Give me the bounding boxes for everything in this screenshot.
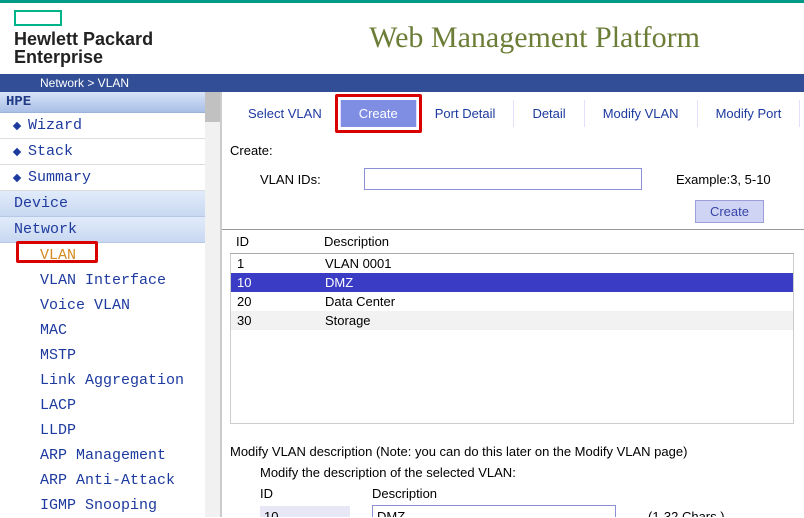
create-panel: Create: VLAN IDs: Example:3, 5-10 Create <box>222 127 804 223</box>
platform-title: Web Management Platform <box>369 21 700 55</box>
tab-create[interactable]: Create <box>341 100 417 127</box>
sidebar-item-label: Wizard <box>28 117 82 134</box>
sidebar-scroll-thumb[interactable] <box>205 92 220 122</box>
table-row[interactable]: 30Storage <box>231 311 793 330</box>
sidebar-sub-label: VLAN <box>40 247 76 264</box>
cell-desc: Data Center <box>319 292 793 311</box>
modify-id-value: 10 <box>260 506 350 518</box>
sidebar-sub-vlan[interactable]: VLAN <box>0 243 220 268</box>
tab-modify-port[interactable]: Modify Port <box>698 100 801 127</box>
cell-id: 10 <box>231 273 319 292</box>
create-button-row: Create <box>230 200 794 223</box>
vlan-table-wrap: ID Description 1VLAN 000110DMZ20Data Cen… <box>230 230 794 424</box>
cell-id: 1 <box>231 254 319 273</box>
sidebar-root[interactable]: HPE <box>0 92 220 113</box>
sidebar-scrollbar[interactable] <box>205 92 220 517</box>
vlan-id-input[interactable] <box>364 168 642 190</box>
table-row[interactable]: 20Data Center <box>231 292 793 311</box>
sidebar-sub-voice-vlan[interactable]: Voice VLAN <box>0 293 220 318</box>
sidebar-section-device[interactable]: Device <box>0 191 220 217</box>
col-header-id[interactable]: ID <box>230 230 318 254</box>
hpe-logo-bar <box>14 10 62 26</box>
modify-hint: (1-32 Chars.) <box>648 509 725 518</box>
modify-header-row: ID Description <box>230 486 794 501</box>
vlan-table-rows: 1VLAN 000110DMZ20Data Center30Storage <box>231 254 793 330</box>
bullet-icon <box>13 121 21 129</box>
bullet-icon <box>13 173 21 181</box>
tab-port-detail[interactable]: Port Detail <box>417 100 515 127</box>
cell-desc: VLAN 0001 <box>319 254 793 273</box>
bullet-icon <box>13 147 21 155</box>
sidebar-section-network[interactable]: Network <box>0 217 220 243</box>
create-button[interactable]: Create <box>695 200 764 223</box>
sidebar-item-summary[interactable]: Summary <box>0 165 220 191</box>
cell-id: 20 <box>231 292 319 311</box>
modify-col-desc: Description <box>372 486 437 501</box>
sidebar-sub-lldp[interactable]: LLDP <box>0 418 220 443</box>
modify-subnote: Modify the description of the selected V… <box>230 465 794 480</box>
sidebar-sub-link-aggregation[interactable]: Link Aggregation <box>0 368 220 393</box>
app-header: Hewlett Packard Enterprise Web Managemen… <box>0 0 804 74</box>
cell-desc: DMZ <box>319 273 793 292</box>
modify-desc-input[interactable] <box>372 505 616 517</box>
sidebar-sub-arp-management[interactable]: ARP Management <box>0 443 220 468</box>
vlan-table: ID Description <box>230 230 794 254</box>
cell-desc: Storage <box>319 311 793 330</box>
create-heading: Create: <box>230 143 794 158</box>
tab-bar: Select VLAN Create Port Detail Detail Mo… <box>230 100 804 127</box>
sidebar-sub-mstp[interactable]: MSTP <box>0 343 220 368</box>
vlan-id-label: VLAN IDs: <box>260 172 340 187</box>
tab-label: Create <box>359 106 398 121</box>
tab-detail[interactable]: Detail <box>514 100 584 127</box>
sidebar-item-wizard[interactable]: Wizard <box>0 113 220 139</box>
tab-modify-vlan[interactable]: Modify VLAN <box>585 100 698 127</box>
logo-text-line2: Enterprise <box>14 48 153 66</box>
logo-block: Hewlett Packard Enterprise <box>14 10 153 66</box>
logo-text-line1: Hewlett Packard <box>14 30 153 48</box>
sidebar-item-label: Stack <box>28 143 73 160</box>
tab-select-vlan[interactable]: Select VLAN <box>230 100 341 127</box>
sidebar: HPE Wizard Stack Summary Device Network … <box>0 92 222 517</box>
sidebar-item-label: Summary <box>28 169 91 186</box>
sidebar-sub-mac[interactable]: MAC <box>0 318 220 343</box>
col-header-desc[interactable]: Description <box>318 230 794 254</box>
vlan-id-row: VLAN IDs: Example:3, 5-10 <box>230 168 794 190</box>
modify-value-row: 10 (1-32 Chars.) <box>230 505 794 517</box>
sidebar-sub-igmp-snooping[interactable]: IGMP Snooping <box>0 493 220 517</box>
table-row[interactable]: 1VLAN 0001 <box>231 254 793 273</box>
vlan-table-body[interactable]: 1VLAN 000110DMZ20Data Center30Storage <box>230 254 794 424</box>
content-area: Select VLAN Create Port Detail Detail Mo… <box>222 92 804 517</box>
main-layout: HPE Wizard Stack Summary Device Network … <box>0 92 804 517</box>
modify-col-id: ID <box>260 486 350 501</box>
sidebar-sub-vlan-interface[interactable]: VLAN Interface <box>0 268 220 293</box>
sidebar-sub-lacp[interactable]: LACP <box>0 393 220 418</box>
sidebar-sub-arp-anti-attack[interactable]: ARP Anti-Attack <box>0 468 220 493</box>
vlan-id-example: Example:3, 5-10 <box>676 172 771 187</box>
modify-note: Modify VLAN description (Note: you can d… <box>230 444 794 459</box>
table-row[interactable]: 10DMZ <box>231 273 793 292</box>
cell-id: 30 <box>231 311 319 330</box>
modify-block: Modify VLAN description (Note: you can d… <box>230 444 794 517</box>
breadcrumb: Network > VLAN <box>0 74 804 92</box>
sidebar-item-stack[interactable]: Stack <box>0 139 220 165</box>
